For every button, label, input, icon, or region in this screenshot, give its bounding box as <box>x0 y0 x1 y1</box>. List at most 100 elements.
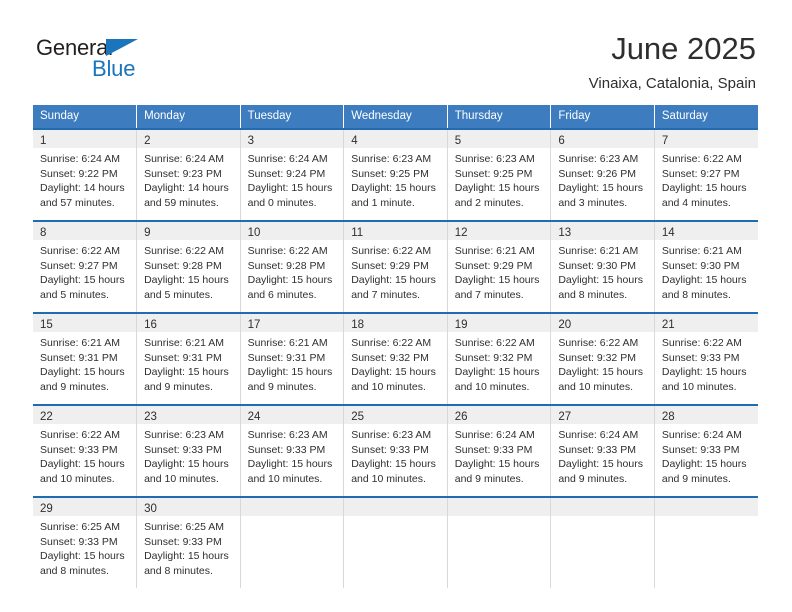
calendar-day-cell[interactable]: 3 Sunrise: 6:24 AM Sunset: 9:24 PM Daylight… <box>240 128 345 221</box>
day-cell-inner: 15 Sunrise: 6:21 AM Sunset: 9:31 PM Dayligh… <box>33 314 137 404</box>
day-number-band: 5 <box>447 130 551 148</box>
day-number-band: 20 <box>551 314 654 332</box>
day-cell-details: Sunrise: 6:24 AM Sunset: 9:33 PM Daylight:… <box>551 424 654 486</box>
generalblue-logo[interactable]: General Blue <box>36 36 236 88</box>
calendar-day-cell[interactable]: 16 Sunrise: 6:21 AM Sunset: 9:31 PM Dayligh… <box>136 312 241 405</box>
sunrise-text: Sunrise: 6:21 AM <box>247 337 328 349</box>
calendar-day-cell[interactable]: 26 Sunrise: 6:24 AM Sunset: 9:33 PM Dayligh… <box>447 404 552 497</box>
logo-text-blue: Blue <box>92 56 136 81</box>
daylight-text-line1: Daylight: 15 hours <box>144 366 229 379</box>
day-number-band: 27 <box>551 406 654 424</box>
calendar-day-cell[interactable]: 28 Sunrise: 6:24 AM Sunset: 9:33 PM Dayligh… <box>654 404 758 497</box>
calendar-day-cell[interactable]: 24 Sunrise: 6:23 AM Sunset: 9:33 PM Dayligh… <box>240 404 345 497</box>
day-number: 20 <box>558 319 572 331</box>
daylight-text-line2: and 2 minutes. <box>454 196 524 209</box>
calendar-day-cell[interactable]: 1 Sunrise: 6:24 AM Sunset: 9:22 PM Daylight… <box>33 128 138 221</box>
calendar-day-cell[interactable]: 18 Sunrise: 6:22 AM Sunset: 9:32 PM Dayligh… <box>343 312 448 405</box>
daylight-text-line2: and 10 minutes. <box>351 472 426 485</box>
calendar-day-cell[interactable]: 19 Sunrise: 6:22 AM Sunset: 9:32 PM Dayligh… <box>447 312 552 405</box>
daylight-text-line1: Daylight: 15 hours <box>454 182 540 195</box>
weekday-header-saturday: Saturday <box>654 105 758 129</box>
day-number: 19 <box>454 319 468 331</box>
calendar-day-cell[interactable]: 13 Sunrise: 6:21 AM Sunset: 9:30 PM Dayligh… <box>550 220 655 313</box>
sunset-text: Sunset: 9:25 PM <box>454 167 533 180</box>
calendar-day-cell[interactable]: 23 Sunrise: 6:23 AM Sunset: 9:33 PM Dayligh… <box>136 404 241 497</box>
calendar-day-cell[interactable]: 25 Sunrise: 6:23 AM Sunset: 9:33 PM Dayligh… <box>343 404 448 497</box>
sunrise-text: Sunrise: 6:23 AM <box>558 153 639 165</box>
day-cell-inner: 3 Sunrise: 6:24 AM Sunset: 9:24 PM Daylight… <box>240 130 344 220</box>
day-cell-details: Sunrise: 6:23 AM Sunset: 9:25 PM Daylight:… <box>448 148 551 210</box>
calendar-empty-cell <box>343 496 448 588</box>
calendar-day-cell[interactable]: 5 Sunrise: 6:23 AM Sunset: 9:25 PM Daylight… <box>447 128 552 221</box>
sunset-text: Sunset: 9:33 PM <box>661 351 740 364</box>
sunrise-text: Sunrise: 6:22 AM <box>247 245 328 257</box>
day-number: 30 <box>144 503 157 515</box>
day-cell-details: Sunrise: 6:22 AM Sunset: 9:33 PM Daylight:… <box>33 424 136 486</box>
calendar-day-cell[interactable]: 6 Sunrise: 6:23 AM Sunset: 9:26 PM Daylight… <box>550 128 655 221</box>
day-cell-inner: 9 Sunrise: 6:22 AM Sunset: 9:28 PM Daylight… <box>137 222 240 312</box>
sunrise-text: Sunrise: 6:21 AM <box>144 337 225 349</box>
daylight-text-line1: Daylight: 15 hours <box>661 458 747 471</box>
day-number: 21 <box>661 319 675 331</box>
calendar-day-cell[interactable]: 11 Sunrise: 6:22 AM Sunset: 9:29 PM Dayligh… <box>343 220 448 313</box>
day-cell-inner: 6 Sunrise: 6:23 AM Sunset: 9:26 PM Daylight… <box>551 130 654 220</box>
calendar-body: 1 Sunrise: 6:24 AM Sunset: 9:22 PM Daylight… <box>33 128 758 588</box>
calendar-day-cell[interactable]: 29 Sunrise: 6:25 AM Sunset: 9:33 PM Dayligh… <box>33 496 138 588</box>
calendar-day-cell[interactable]: 14 Sunrise: 6:21 AM Sunset: 9:30 PM Dayligh… <box>654 220 758 313</box>
sunset-text: Sunset: 9:33 PM <box>144 535 222 548</box>
sunset-text: Sunset: 9:23 PM <box>144 167 222 180</box>
day-cell-details: Sunrise: 6:22 AM Sunset: 9:27 PM Daylight:… <box>655 148 758 210</box>
daylight-text-line2: and 1 minute. <box>351 196 415 209</box>
calendar-day-cell[interactable]: 7 Sunrise: 6:22 AM Sunset: 9:27 PM Daylight… <box>654 128 758 221</box>
calendar-day-cell[interactable]: 8 Sunrise: 6:22 AM Sunset: 9:27 PM Daylight… <box>33 220 138 313</box>
calendar-day-cell[interactable]: 2 Sunrise: 6:24 AM Sunset: 9:23 PM Daylight… <box>136 128 241 221</box>
day-cell-details: Sunrise: 6:24 AM Sunset: 9:24 PM Daylight:… <box>241 148 344 210</box>
calendar-day-cell[interactable]: 22 Sunrise: 6:22 AM Sunset: 9:33 PM Dayligh… <box>33 404 138 497</box>
calendar-day-cell[interactable]: 21 Sunrise: 6:22 AM Sunset: 9:33 PM Dayligh… <box>654 312 758 405</box>
sunrise-text: Sunrise: 6:22 AM <box>144 245 225 257</box>
day-cell-details: Sunrise: 6:24 AM Sunset: 9:33 PM Daylight:… <box>655 424 758 486</box>
sunset-text: Sunset: 9:33 PM <box>351 443 429 456</box>
day-number: 4 <box>351 135 358 147</box>
calendar-empty-cell <box>550 496 655 588</box>
daylight-text-line2: and 9 minutes. <box>40 380 109 393</box>
day-number-band <box>551 498 654 516</box>
daylight-text-line2: and 0 minutes. <box>247 196 317 209</box>
calendar-day-cell[interactable]: 27 Sunrise: 6:24 AM Sunset: 9:33 PM Dayligh… <box>550 404 655 497</box>
sunrise-text: Sunrise: 6:21 AM <box>454 245 535 257</box>
day-number: 11 <box>351 227 364 239</box>
day-number-band: 30 <box>137 498 240 516</box>
day-cell-details: Sunrise: 6:24 AM Sunset: 9:33 PM Daylight:… <box>448 424 551 486</box>
day-number-band: 13 <box>551 222 654 240</box>
calendar-day-cell[interactable]: 9 Sunrise: 6:22 AM Sunset: 9:28 PM Daylight… <box>136 220 241 313</box>
calendar-day-cell[interactable]: 12 Sunrise: 6:21 AM Sunset: 9:29 PM Dayligh… <box>447 220 552 313</box>
day-cell-details: Sunrise: 6:22 AM Sunset: 9:28 PM Daylight:… <box>137 240 240 302</box>
day-number-band <box>344 498 447 516</box>
calendar-day-cell[interactable]: 4 Sunrise: 6:23 AM Sunset: 9:25 PM Daylight… <box>343 128 448 221</box>
day-number: 12 <box>454 227 468 239</box>
day-cell-details: Sunrise: 6:22 AM Sunset: 9:28 PM Daylight:… <box>241 240 344 302</box>
day-cell-details: Sunrise: 6:22 AM Sunset: 9:33 PM Daylight:… <box>655 332 758 394</box>
daylight-text-line2: and 7 minutes. <box>454 288 524 301</box>
day-number-band: 9 <box>137 222 240 240</box>
daylight-text-line1: Daylight: 15 hours <box>661 274 747 287</box>
weekday-header-tuesday: Tuesday <box>240 105 345 129</box>
day-number-band: 17 <box>240 314 344 332</box>
calendar-week-row: 29 Sunrise: 6:25 AM Sunset: 9:33 PM Dayligh… <box>33 496 758 588</box>
day-number-band: 3 <box>240 130 344 148</box>
sunrise-text: Sunrise: 6:23 AM <box>247 429 328 441</box>
day-cell-inner: 14 Sunrise: 6:21 AM Sunset: 9:30 PM Dayligh… <box>654 222 758 312</box>
calendar-day-cell[interactable]: 17 Sunrise: 6:21 AM Sunset: 9:31 PM Dayligh… <box>240 312 345 405</box>
sunrise-text: Sunrise: 6:22 AM <box>454 337 535 349</box>
day-cell-details: Sunrise: 6:22 AM Sunset: 9:29 PM Daylight:… <box>344 240 447 302</box>
day-cell-inner: 5 Sunrise: 6:23 AM Sunset: 9:25 PM Daylight… <box>447 130 551 220</box>
calendar-day-cell[interactable]: 10 Sunrise: 6:22 AM Sunset: 9:28 PM Dayligh… <box>240 220 345 313</box>
calendar-day-cell[interactable]: 20 Sunrise: 6:22 AM Sunset: 9:32 PM Dayligh… <box>550 312 655 405</box>
calendar-day-cell[interactable]: 15 Sunrise: 6:21 AM Sunset: 9:31 PM Dayligh… <box>33 312 138 405</box>
calendar-day-cell[interactable]: 30 Sunrise: 6:25 AM Sunset: 9:33 PM Dayligh… <box>136 496 241 588</box>
sunset-text: Sunset: 9:32 PM <box>454 351 533 364</box>
sunset-text: Sunset: 9:29 PM <box>351 259 429 272</box>
day-number: 5 <box>454 135 462 147</box>
sunset-text: Sunset: 9:33 PM <box>40 443 118 456</box>
daylight-text-line2: and 8 minutes. <box>558 288 628 301</box>
